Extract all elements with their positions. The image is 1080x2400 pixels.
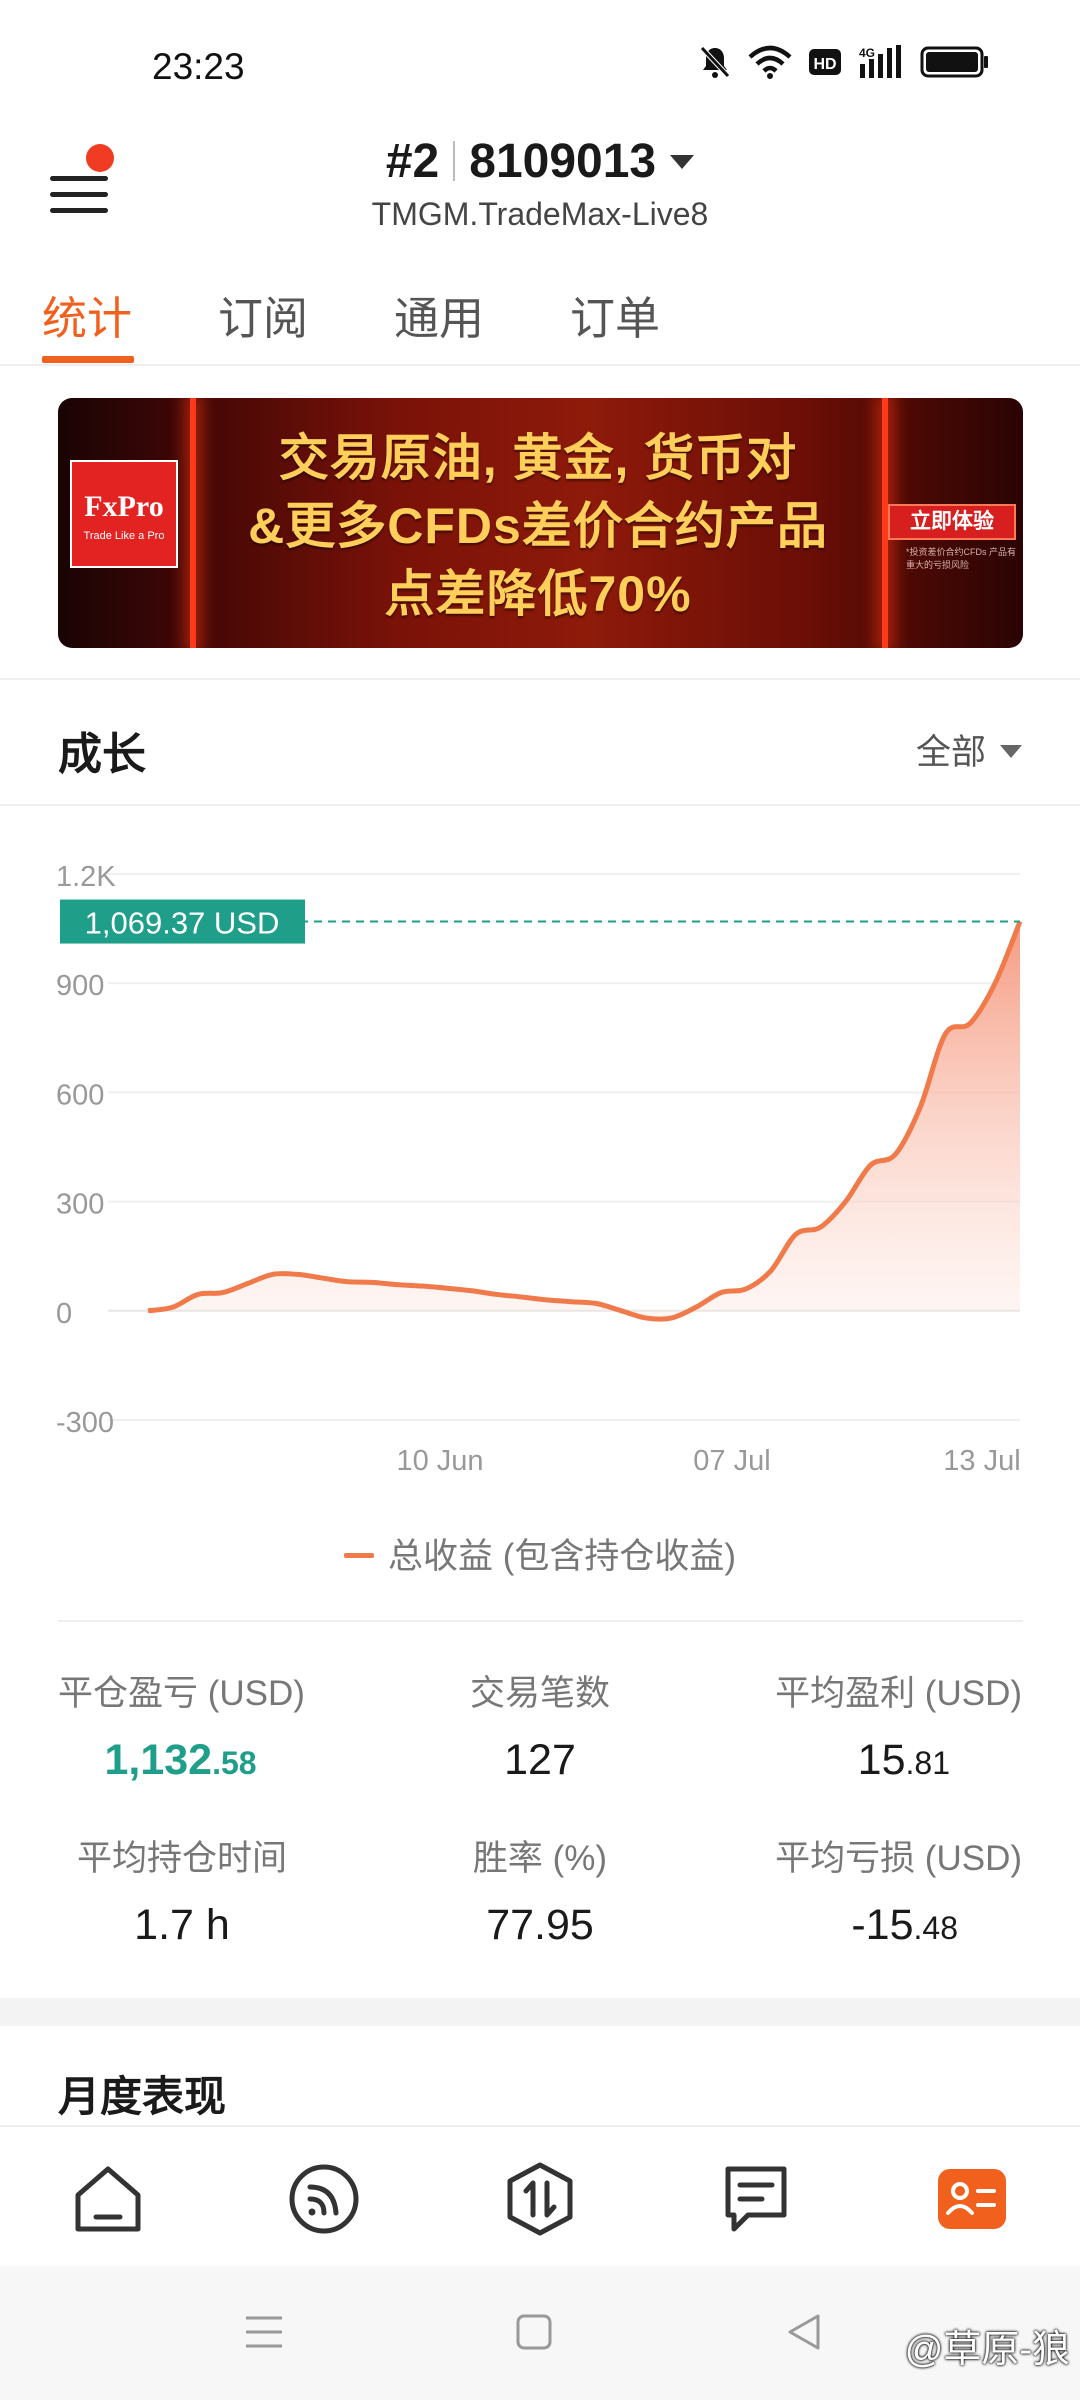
account-index: #2 <box>385 135 440 188</box>
recent-apps-icon[interactable] <box>244 2312 284 2352</box>
nav-profile[interactable] <box>932 2159 1012 2239</box>
banner-risk-note: *投资差价合约CFDs 产品有重大的亏损风险 <box>906 547 1017 570</box>
stat-avg-profit: 平均盈利 (USD) 15.81 <box>775 1674 1022 1784</box>
legend-label: 总收益 (包含持仓收益) <box>387 1537 737 1576</box>
chevron-down-icon <box>670 155 695 169</box>
stat-avg-holding-time: 平均持仓时间 1.7 h <box>76 1839 287 1949</box>
svg-text:4G: 4G <box>859 46 875 60</box>
growth-chart-svg: 1.2K 900 600 300 0 -300 1,069.37 USD 10 Jun 07 J… <box>56 861 1023 1477</box>
nav-trade[interactable] <box>500 2159 580 2239</box>
banner-cta-button[interactable]: 立即体验 <box>888 504 1016 540</box>
account-server: TMGM.TradeMax-Live8 <box>371 196 709 232</box>
system-nav-bar: @草原-狼 <box>0 2266 1080 2400</box>
y-tick-label: 300 <box>56 1189 104 1221</box>
status-bar: 23:23 HD 4G <box>0 0 1080 120</box>
current-value-label: 1,069.37 USD <box>85 906 280 941</box>
range-value: 全部 <box>915 733 986 772</box>
chart-legend: 总收益 (包含持仓收益) <box>0 1528 1080 1579</box>
mute-icon <box>700 46 730 78</box>
cellular-4g-icon: 4G <box>859 45 901 78</box>
account-selector[interactable]: #2 8109013 <box>0 134 1080 189</box>
trade-icon <box>507 2162 573 2236</box>
tab-orders[interactable]: 订单 <box>570 282 660 347</box>
battery-icon <box>920 46 988 78</box>
tab-bar: 统计 订阅 通用 订单 <box>0 266 1080 366</box>
profile-card-icon <box>938 2169 1006 2229</box>
nav-chat[interactable] <box>716 2159 796 2239</box>
growth-title: 成长 <box>58 730 146 779</box>
chevron-down-icon <box>1000 745 1022 758</box>
signal-feed-icon <box>289 2164 359 2234</box>
tab-subscribe[interactable]: 订阅 <box>218 282 308 347</box>
x-tick-label: 10 Jun <box>396 1445 483 1477</box>
watermark-text: @草原-狼 <box>904 2329 1070 2371</box>
y-tick-label: -300 <box>56 1407 114 1439</box>
stat-trade-count: 交易笔数 127 <box>469 1674 610 1784</box>
back-icon[interactable] <box>784 2312 824 2352</box>
fxpro-logo: FxPro Trade Like a Pro <box>70 460 178 568</box>
account-number: 8109013 <box>469 135 657 188</box>
monthly-performance-title: 月度表现 <box>58 2073 227 2120</box>
growth-chart[interactable]: 1.2K 900 600 300 0 -300 1,069.37 USD 10 Jun 07 J… <box>0 820 1080 1520</box>
nav-signals[interactable] <box>284 2159 364 2239</box>
tab-statistics[interactable]: 统计 <box>42 282 132 347</box>
status-icons: HD 4G <box>698 44 990 80</box>
range-dropdown[interactable]: 全部 <box>916 724 1022 775</box>
banner-line-3: 点差降低70% <box>384 566 692 622</box>
nav-home[interactable] <box>68 2159 148 2239</box>
legend-swatch <box>343 1553 374 1558</box>
wifi-icon <box>748 45 792 79</box>
banner-line-2: &更多CFDs差价合约产品 <box>248 498 828 554</box>
series-area-fill <box>148 921 1020 1320</box>
tab-general[interactable]: 通用 <box>394 282 484 347</box>
y-tick-label: 0 <box>56 1298 72 1330</box>
promo-banner[interactable]: FxPro Trade Like a Pro 交易原油, 黄金, 货币对 &更多… <box>58 398 1023 648</box>
x-tick-label: 13 Jul <box>943 1445 1020 1477</box>
x-tick-label: 07 Jul <box>693 1445 770 1477</box>
bottom-nav <box>0 2125 1080 2265</box>
hd-icon: HD <box>809 49 841 75</box>
chat-icon <box>725 2166 787 2232</box>
app-header: #2 8109013 TMGM.TradeMax-Live8 <box>0 120 1080 250</box>
svg-text:HD: HD <box>813 56 836 73</box>
y-tick-label: 900 <box>56 970 104 1002</box>
y-tick-label: 1.2K <box>56 861 116 893</box>
home-square-icon[interactable] <box>514 2312 554 2352</box>
banner-line-1: 交易原油, 黄金, 货币对 <box>278 430 798 486</box>
stat-closed-pnl: 平仓盈亏 (USD) 1,132.58 <box>58 1674 305 1784</box>
stat-avg-loss: 平均亏损 (USD) -15.48 <box>775 1839 1022 1949</box>
stat-win-rate: 胜率 (%) 77.95 <box>472 1839 608 1949</box>
y-tick-label: 600 <box>56 1079 104 1111</box>
home-icon <box>75 2166 141 2232</box>
active-tab-indicator <box>42 356 134 363</box>
status-time: 23:23 <box>152 46 245 87</box>
